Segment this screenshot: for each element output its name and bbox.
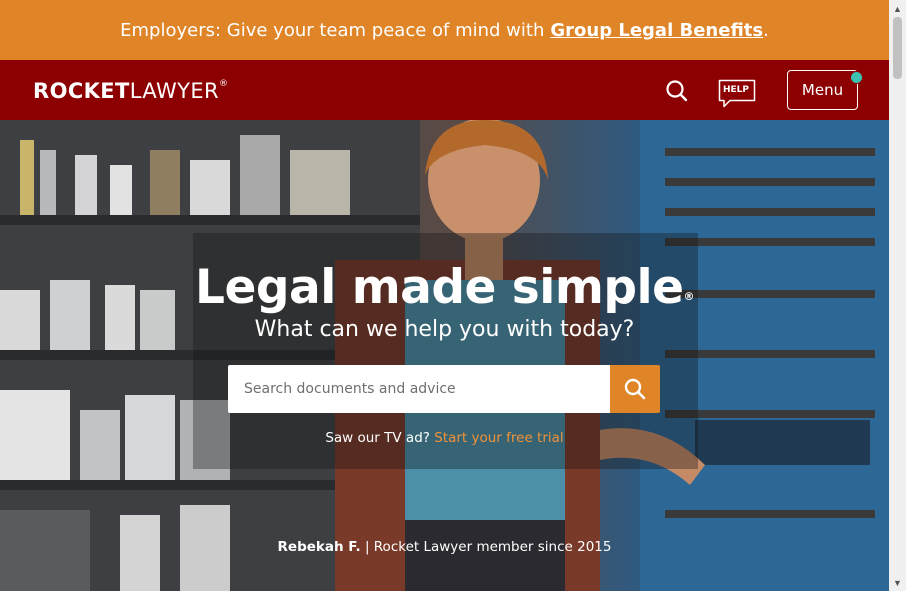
scroll-up-arrow-icon[interactable]: ▲ bbox=[889, 0, 906, 17]
menu-button[interactable]: Menu bbox=[787, 70, 858, 110]
promo-text: Employers: Give your team peace of mind … bbox=[120, 19, 545, 41]
hero-section: Legal made simple® What can we help you … bbox=[0, 120, 889, 591]
notification-dot bbox=[850, 71, 863, 84]
search-submit-button[interactable] bbox=[610, 365, 660, 413]
hero-headline-text: Legal made simple bbox=[195, 260, 684, 315]
tv-ad-line: Saw our TV ad? Start your free trial bbox=[0, 430, 889, 446]
hero-subhead: What can we help you with today? bbox=[254, 317, 635, 342]
search-input[interactable] bbox=[228, 365, 610, 413]
search-icon bbox=[666, 80, 688, 102]
hero-headline: Legal made simple® bbox=[0, 260, 889, 315]
rocket-lawyer-logo[interactable]: ROCKETLAWYER® bbox=[33, 79, 228, 103]
start-free-trial-link[interactable]: Start your free trial bbox=[434, 430, 563, 446]
help-label: HELP bbox=[722, 85, 749, 95]
member-since: | Rocket Lawyer member since 2015 bbox=[360, 539, 612, 555]
headline-registered-mark: ® bbox=[683, 290, 694, 303]
scroll-down-arrow-icon[interactable]: ▼ bbox=[889, 574, 906, 591]
vertical-scrollbar[interactable]: ▲ ▼ bbox=[889, 0, 906, 591]
logo-registered-mark: ® bbox=[219, 79, 229, 89]
logo-word-rocket: ROCKET bbox=[33, 79, 130, 103]
member-name: Rebekah F. bbox=[277, 539, 361, 555]
site-header: ROCKETLAWYER® HELP Menu bbox=[0, 60, 889, 120]
scroll-thumb[interactable] bbox=[893, 17, 902, 79]
logo-word-lawyer: LAWYER bbox=[129, 79, 220, 103]
promo-period: . bbox=[763, 19, 769, 41]
help-button[interactable]: HELP bbox=[718, 79, 756, 109]
group-legal-benefits-link[interactable]: Group Legal Benefits bbox=[550, 20, 763, 41]
hero-search-bar bbox=[228, 365, 660, 413]
page: Employers: Give your team peace of mind … bbox=[0, 0, 889, 591]
header-search-button[interactable] bbox=[664, 78, 690, 104]
tv-ad-prompt: Saw our TV ad? bbox=[325, 430, 430, 446]
promo-banner: Employers: Give your team peace of mind … bbox=[0, 0, 889, 60]
search-icon bbox=[624, 378, 646, 400]
member-caption: Rebekah F. | Rocket Lawyer member since … bbox=[0, 539, 889, 555]
